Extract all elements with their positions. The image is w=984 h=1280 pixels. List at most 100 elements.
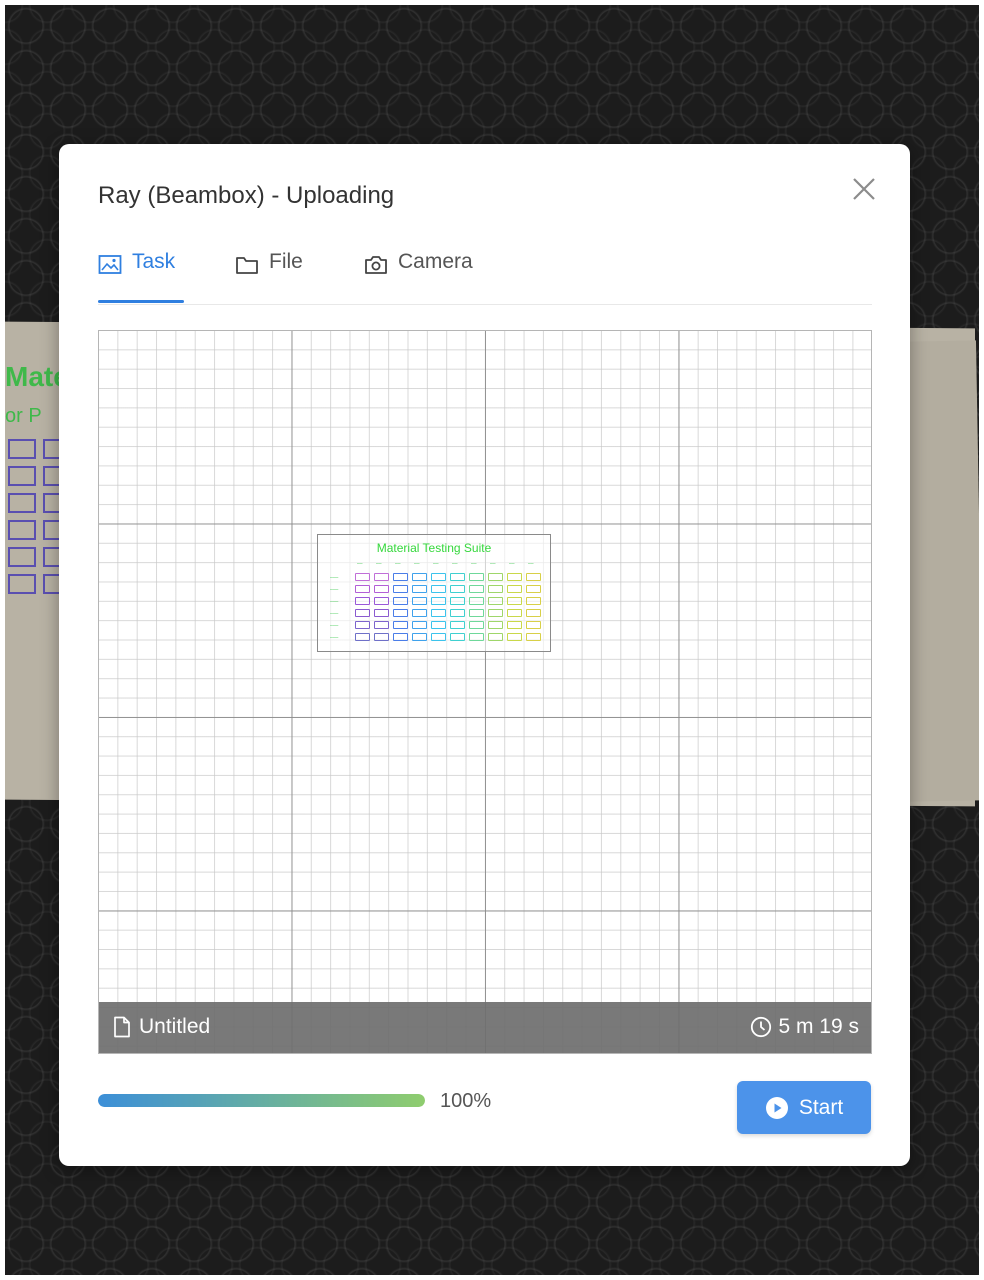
artwork-cell bbox=[374, 573, 389, 581]
upload-progress-fill bbox=[98, 1094, 425, 1107]
file-name: Untitled bbox=[139, 1015, 211, 1038]
artwork-cell bbox=[507, 633, 522, 641]
tab-file[interactable]: File bbox=[235, 250, 303, 304]
artwork-cell bbox=[488, 585, 503, 593]
background-engraving-subtext: or P bbox=[5, 405, 42, 427]
artwork-column-label: ‒‒ bbox=[528, 561, 534, 567]
artwork-row-label: ‒‒‒ bbox=[330, 623, 339, 629]
artwork-column-label: ‒‒ bbox=[471, 561, 477, 567]
artwork-cell bbox=[488, 621, 503, 629]
artwork-cell bbox=[488, 597, 503, 605]
active-tab-indicator bbox=[98, 300, 184, 303]
artwork-cell bbox=[412, 597, 427, 605]
artwork-cell bbox=[393, 621, 408, 629]
artwork-row-label: ‒‒‒ bbox=[330, 599, 339, 605]
artwork-cell bbox=[526, 597, 541, 605]
file-icon bbox=[114, 1016, 130, 1038]
duration-group: 5 m 19 s bbox=[750, 1015, 859, 1039]
artwork-cell bbox=[412, 585, 427, 593]
artwork-cell bbox=[393, 585, 408, 593]
tab-bar: Task File Camera bbox=[98, 250, 872, 305]
artwork-cell bbox=[488, 573, 503, 581]
artwork-cell bbox=[412, 621, 427, 629]
estimated-duration: 5 m 19 s bbox=[778, 1015, 859, 1038]
artwork-cell bbox=[469, 573, 484, 581]
start-button-label: Start bbox=[798, 1095, 844, 1119]
artwork-cell bbox=[374, 585, 389, 593]
tab-camera[interactable]: Camera bbox=[364, 250, 473, 304]
artwork-cell bbox=[469, 597, 484, 605]
artwork-cell bbox=[507, 609, 522, 617]
artwork-cell bbox=[355, 597, 370, 605]
artwork-cell bbox=[507, 585, 522, 593]
artwork-cell bbox=[450, 573, 465, 581]
artwork-cell bbox=[469, 609, 484, 617]
artwork-column-label: ‒‒ bbox=[509, 561, 515, 567]
artwork-cell bbox=[431, 597, 446, 605]
artwork-column-label: ‒‒ bbox=[395, 561, 401, 567]
artwork-cell bbox=[431, 609, 446, 617]
artwork-cell bbox=[412, 573, 427, 581]
tab-camera-label: Camera bbox=[398, 250, 473, 273]
artwork-title: Material Testing Suite bbox=[376, 541, 492, 555]
artwork-cell bbox=[450, 609, 465, 617]
artwork-cell bbox=[507, 597, 522, 605]
artwork-cell bbox=[469, 585, 484, 593]
close-button[interactable] bbox=[849, 174, 879, 204]
artwork-cell bbox=[412, 633, 427, 641]
artwork-cell bbox=[393, 609, 408, 617]
artwork-cell bbox=[526, 621, 541, 629]
preview-info-bar: Untitled 5 m 19 s bbox=[99, 1002, 871, 1053]
artwork-cell bbox=[374, 597, 389, 605]
dialog-title: Ray (Beambox) - Uploading bbox=[98, 182, 395, 209]
artwork-cell bbox=[450, 597, 465, 605]
artwork-cell bbox=[431, 585, 446, 593]
artwork-cell bbox=[393, 597, 408, 605]
play-circle-icon bbox=[765, 1096, 788, 1119]
artwork-row-label: ‒‒‒ bbox=[330, 635, 339, 641]
artwork-cell bbox=[507, 573, 522, 581]
picture-icon bbox=[98, 255, 122, 274]
artwork-column-label: ‒‒ bbox=[490, 561, 496, 567]
artwork-row-label: ‒‒‒ bbox=[330, 587, 339, 593]
artwork-cell bbox=[355, 573, 370, 581]
artwork-cell bbox=[469, 621, 484, 629]
artwork-cell bbox=[526, 585, 541, 593]
artwork-cell bbox=[507, 621, 522, 629]
artwork-column-label: ‒‒ bbox=[376, 561, 382, 567]
artwork-cell bbox=[450, 621, 465, 629]
artwork-row-label: ‒‒‒ bbox=[330, 575, 339, 581]
artwork-cell bbox=[450, 633, 465, 641]
clock-icon bbox=[751, 1016, 772, 1038]
file-name-group: Untitled bbox=[113, 1015, 210, 1039]
tab-file-label: File bbox=[269, 250, 303, 273]
artwork-cell bbox=[526, 633, 541, 641]
artwork-cell bbox=[393, 573, 408, 581]
artwork-cell bbox=[374, 621, 389, 629]
artwork-column-label: ‒‒ bbox=[452, 561, 458, 567]
artwork-column-label: ‒‒ bbox=[433, 561, 439, 567]
background-material-edge bbox=[900, 340, 979, 802]
artwork-row-label: ‒‒‒ bbox=[330, 611, 339, 617]
upload-dialog: Ray (Beambox) - Uploading Task File Came… bbox=[59, 144, 910, 1166]
artwork-cell bbox=[469, 633, 484, 641]
artwork-cell bbox=[374, 609, 389, 617]
artwork-cell bbox=[488, 609, 503, 617]
upload-progress-bar bbox=[98, 1094, 425, 1107]
tab-task-label: Task bbox=[132, 250, 176, 273]
start-button[interactable]: Start bbox=[737, 1081, 871, 1134]
artwork-cell bbox=[374, 633, 389, 641]
upload-progress-label: 100% bbox=[440, 1090, 492, 1112]
close-icon bbox=[853, 178, 875, 200]
artwork-cell bbox=[355, 621, 370, 629]
task-preview: Material Testing Suite ‒‒‒ ‒‒‒ ‒‒‒ ‒‒‒ ‒‒‒ ‒‒… bbox=[98, 330, 872, 1054]
camera-icon bbox=[365, 256, 387, 274]
artwork-cell bbox=[393, 633, 408, 641]
artwork-thumbnail: Material Testing Suite ‒‒‒ ‒‒‒ ‒‒‒ ‒‒‒ ‒‒‒ ‒‒… bbox=[317, 534, 551, 652]
tab-task[interactable]: Task bbox=[98, 250, 184, 304]
artwork-cell bbox=[431, 633, 446, 641]
folder-icon bbox=[236, 257, 258, 274]
artwork-cell bbox=[431, 573, 446, 581]
artwork-column-label: ‒‒ bbox=[357, 561, 363, 567]
artwork-cell bbox=[355, 585, 370, 593]
